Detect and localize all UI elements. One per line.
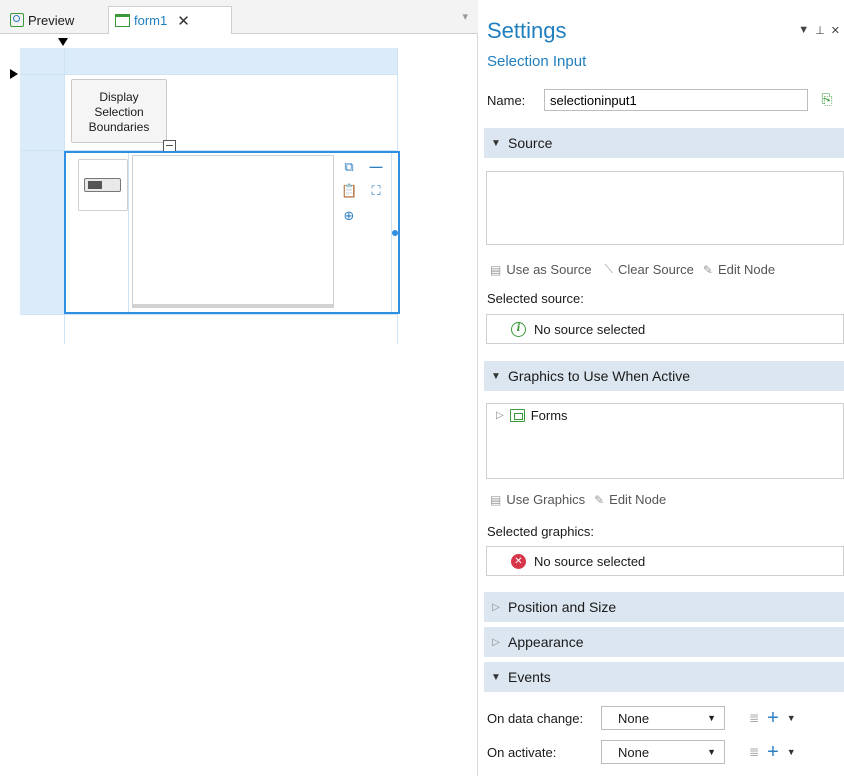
- remove-icon[interactable]: —: [368, 159, 384, 175]
- event-row-activate: On activate: None ▼ ≣ + ▼: [487, 740, 796, 764]
- chevron-down-icon: ▼: [707, 747, 716, 757]
- selected-source-status: i No source selected: [486, 314, 844, 344]
- activate-toggle[interactable]: [78, 159, 128, 211]
- edit-node-button[interactable]: Edit Node: [718, 262, 775, 277]
- expand-icon[interactable]: ▷: [496, 410, 504, 421]
- dropdown-icon[interactable]: ▼: [798, 24, 809, 37]
- button-label-line: Boundaries: [88, 120, 150, 134]
- clear-source-button[interactable]: Clear Source: [618, 262, 694, 277]
- selected-source-label: Selected source:: [487, 291, 584, 306]
- use-graphics-icon: ▤: [490, 492, 502, 507]
- chevron-down-icon: ▼: [707, 713, 716, 723]
- use-as-source-icon: ▤: [490, 262, 502, 277]
- grid-divider: [20, 74, 398, 75]
- forms-folder-icon: [509, 409, 525, 422]
- status-text: No source selected: [534, 321, 646, 337]
- chevron-down-icon[interactable]: ▼: [787, 747, 796, 757]
- selection-input-widget[interactable]: ⧉ — 📋 ⛶ ⊕: [64, 151, 400, 314]
- info-icon: i: [511, 321, 526, 337]
- status-text: No source selected: [534, 553, 646, 569]
- chevron-right-icon: ▷: [492, 636, 500, 648]
- selected-graphics-label: Selected graphics:: [487, 524, 594, 539]
- section-graphics[interactable]: ▼ Graphics to Use When Active: [484, 361, 844, 391]
- edit-node-icon: ✎: [702, 262, 713, 277]
- section-header: Source: [508, 135, 553, 151]
- settings-pane: Settings ▼ ⊥ ✕ Selection Input Name: ⎘ ▼…: [478, 0, 844, 776]
- add-method-icon[interactable]: +: [767, 708, 779, 728]
- zoom-to-selection-icon[interactable]: ⛶: [368, 183, 384, 199]
- edit-node-button[interactable]: Edit Node: [609, 492, 666, 507]
- event-tools: ≣ + ▼: [749, 708, 796, 728]
- row-marker-icon: [10, 69, 18, 79]
- select-value: None: [618, 710, 650, 726]
- tree-item-forms[interactable]: ▷ Forms: [496, 408, 568, 423]
- form-icon: [115, 14, 130, 27]
- use-as-source-button[interactable]: Use as Source: [506, 262, 591, 277]
- close-icon[interactable]: ✕: [831, 24, 840, 37]
- edit-node-icon: ✎: [594, 492, 605, 507]
- button-label-line: Selection: [94, 105, 144, 119]
- button-label-line: Display: [99, 90, 139, 104]
- section-appearance[interactable]: ▷ Appearance: [484, 627, 844, 657]
- clear-icon: ⟍: [604, 262, 614, 276]
- section-header: Appearance: [508, 634, 584, 650]
- event-tools: ≣ + ▼: [749, 742, 796, 762]
- error-icon: ✕: [511, 553, 526, 569]
- tab-overflow-icon[interactable]: ▾: [462, 10, 468, 23]
- chevron-down-icon: ▼: [491, 137, 501, 149]
- copy-icon[interactable]: ⧉: [341, 159, 357, 175]
- tab-form1-label: form1: [134, 13, 168, 28]
- widget-divider: [128, 153, 129, 312]
- grid-row-bottom: [20, 314, 398, 344]
- source-actions: ▤ Use as Source ⟍ Clear Source ✎ Edit No…: [490, 262, 775, 277]
- select-value: None: [618, 744, 650, 760]
- rename-icon[interactable]: ⎘: [816, 91, 838, 113]
- display-selection-boundaries-button[interactable]: Display Selection Boundaries: [71, 79, 167, 143]
- graphics-actions: ▤ Use Graphics ✎ Edit Node: [490, 492, 666, 507]
- preview-icon: [10, 13, 24, 27]
- section-position-and-size[interactable]: ▷ Position and Size: [484, 592, 844, 622]
- move-icon[interactable]: ⊕: [341, 208, 357, 224]
- event-row-data-change: On data change: None ▼ ≣ + ▼: [487, 706, 796, 730]
- section-header: Events: [508, 669, 551, 685]
- section-source[interactable]: ▼ Source: [484, 128, 844, 158]
- resize-handle[interactable]: [392, 230, 398, 236]
- event-label: On data change:: [487, 710, 584, 726]
- name-label: Name:: [487, 93, 526, 108]
- form-editor-pane: Preview form1 ✕ ▾ Display Selection Boun…: [0, 0, 478, 776]
- name-field[interactable]: [544, 89, 808, 111]
- settings-subtitle: Selection Input: [487, 53, 587, 70]
- column-marker-icon: [58, 38, 68, 46]
- use-graphics-button[interactable]: Use Graphics: [506, 492, 585, 507]
- editor-tab-bar: Preview form1 ✕ ▾: [0, 0, 478, 34]
- tab-preview[interactable]: Preview: [4, 6, 80, 34]
- source-tree[interactable]: [486, 171, 844, 245]
- event-label: On activate:: [487, 744, 557, 760]
- chevron-down-icon: ▼: [491, 370, 501, 382]
- add-method-icon[interactable]: +: [767, 742, 779, 762]
- event-method-select[interactable]: None ▼: [601, 706, 725, 730]
- section-events[interactable]: ▼ Events: [484, 662, 844, 692]
- edit-method-icon[interactable]: ≣: [749, 711, 759, 725]
- section-header: Graphics to Use When Active: [508, 368, 691, 384]
- selected-graphics-status: ✕ No source selected: [486, 546, 844, 576]
- tab-preview-label: Preview: [28, 12, 75, 28]
- close-tab-icon[interactable]: ✕: [177, 12, 190, 30]
- chevron-right-icon: ▷: [492, 601, 500, 613]
- chevron-down-icon[interactable]: ▼: [787, 713, 796, 723]
- tab-form1[interactable]: form1 ✕: [108, 6, 232, 34]
- grid-row-header[interactable]: [20, 48, 398, 74]
- settings-title: Settings: [487, 18, 567, 43]
- paste-icon[interactable]: 📋: [341, 183, 357, 199]
- selection-list[interactable]: [132, 155, 334, 308]
- event-method-select[interactable]: None ▼: [601, 740, 725, 764]
- chevron-down-icon: ▼: [491, 671, 501, 683]
- edit-method-icon[interactable]: ≣: [749, 745, 759, 759]
- grid-column-header[interactable]: [20, 48, 64, 344]
- toggle-icon: [84, 178, 121, 192]
- pin-icon[interactable]: ⊥: [815, 24, 825, 37]
- section-header: Position and Size: [508, 599, 617, 615]
- window-controls: ▼ ⊥ ✕: [798, 24, 840, 37]
- tree-item-label: Forms: [530, 408, 568, 423]
